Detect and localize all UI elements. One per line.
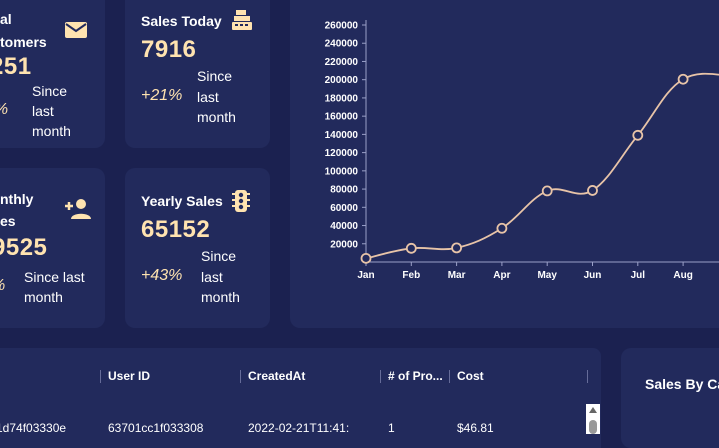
column-header-cost[interactable]: Cost (457, 369, 484, 383)
column-separator[interactable] (380, 370, 381, 383)
table-cell-created-at: 2022-02-21T11:41: (248, 421, 350, 435)
data-point (587, 185, 598, 196)
y-tick-label: 240000 (325, 39, 359, 50)
total-customers-card: al tomers 251 4% Since last month (0, 0, 105, 148)
sales-by-category-card: Sales By Ca (621, 348, 719, 448)
sales-today-value: 7916 (141, 36, 197, 63)
data-point (451, 242, 463, 254)
x-tick-label: Jul (631, 270, 646, 281)
x-tick-label: Aug (673, 270, 692, 281)
traffic-light-icon (231, 189, 251, 218)
sales-series-line (365, 72, 719, 260)
x-tick-label: Jan (357, 270, 374, 281)
sales-today-since-2: last (197, 89, 219, 105)
column-separator[interactable] (449, 370, 450, 383)
yearly-sales-since-2: last (201, 269, 223, 285)
total-customers-title-line1: al (0, 11, 12, 27)
y-tick-label: 40000 (330, 221, 358, 232)
sales-by-category-title: Sales By Ca (645, 376, 719, 392)
data-point (360, 252, 372, 264)
y-tick-label: 220000 (325, 57, 359, 68)
y-tick-label: 180000 (325, 93, 359, 104)
sales-line-chart: 20000 40000 60000 80000 100000 120000 140000 16… (325, 20, 719, 281)
y-tick-label: 200000 (325, 75, 359, 86)
data-point (405, 242, 417, 254)
column-separator[interactable] (100, 370, 101, 383)
y-tick-label: 140000 (325, 130, 359, 141)
y-tick-label: 80000 (330, 185, 358, 196)
cash-register-icon (230, 8, 254, 37)
table-scrollbar[interactable] (586, 404, 600, 434)
y-tick-label: 20000 (330, 239, 358, 250)
y-tick-label: 100000 (325, 166, 359, 177)
y-tick-label: 260000 (325, 21, 359, 32)
x-tick-label: Feb (402, 270, 420, 281)
table-cell-cost: $46.81 (457, 421, 494, 435)
y-tick-label: 160000 (325, 112, 359, 123)
yearly-sales-card: Yearly Sales 65152 +43% Since last month (125, 168, 270, 328)
yearly-sales-title: Yearly Sales (141, 193, 223, 209)
table-cell-user-id: 63701cc1f033308 (108, 421, 204, 435)
sales-today-card: Sales Today 7916 +21% Since last month (125, 0, 270, 148)
data-point (496, 222, 508, 234)
monthly-sales-since-1: Since last (24, 269, 85, 285)
data-point (541, 185, 553, 197)
column-header-user-id[interactable]: User ID (108, 369, 150, 383)
column-header-num-products[interactable]: # of Pro... (388, 369, 443, 383)
y-tick-label: 120000 (325, 148, 359, 159)
total-customers-since-1: Since (32, 83, 68, 99)
column-separator[interactable] (587, 370, 588, 383)
x-tick-label: May (537, 270, 557, 281)
y-tick-label: 60000 (330, 203, 358, 214)
monthly-sales-card: nthly es 9525 % Since last month (0, 168, 105, 328)
monthly-sales-since-2: month (24, 289, 63, 305)
total-customers-since-2: last (32, 103, 54, 119)
data-point (677, 73, 689, 85)
x-tick-label: Apr (493, 270, 510, 281)
add-user-icon (63, 198, 91, 225)
data-point (632, 129, 644, 141)
x-tick-label: Jun (584, 270, 602, 281)
x-tick-label: Mar (448, 270, 466, 281)
mail-icon (64, 20, 88, 45)
scroll-thumb[interactable] (589, 420, 597, 434)
sales-chart-card: 20000 40000 60000 80000 100000 120000 140000 16… (290, 0, 719, 328)
sales-today-pct: +21% (141, 87, 183, 104)
monthly-sales-title-line2: es (0, 213, 16, 229)
sales-today-since-1: Since (197, 68, 233, 84)
yearly-sales-since-1: Since (201, 248, 237, 264)
column-separator[interactable] (240, 370, 241, 383)
monthly-sales-value: 9525 (0, 234, 48, 261)
total-customers-since-3: month (32, 123, 71, 139)
total-customers-title-line2: tomers (0, 34, 47, 50)
table-cell-id: 1d74f03330e (0, 421, 67, 435)
total-customers-pct: 4% (0, 101, 8, 119)
column-header-created-at[interactable]: CreatedAt (248, 369, 305, 383)
sales-today-since-3: month (197, 109, 236, 125)
table-cell-num-products: 1 (388, 421, 395, 435)
yearly-sales-since-3: month (201, 289, 240, 305)
scroll-up-arrow-icon[interactable] (589, 407, 597, 413)
yearly-sales-value: 65152 (141, 216, 211, 243)
monthly-sales-pct: % (0, 277, 5, 295)
sales-today-title: Sales Today (141, 13, 222, 29)
monthly-sales-title-line1: nthly (0, 191, 34, 207)
total-customers-value: 251 (0, 53, 32, 80)
yearly-sales-pct: +43% (141, 267, 183, 284)
